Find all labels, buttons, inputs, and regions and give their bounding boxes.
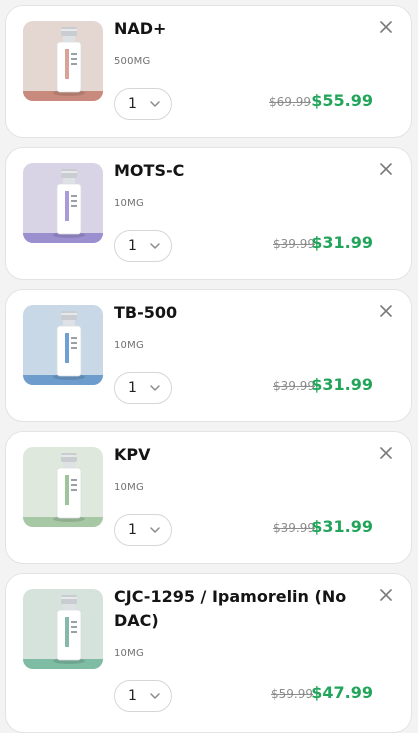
- product-name[interactable]: TB-500: [114, 301, 364, 325]
- product-thumbnail[interactable]: [23, 589, 103, 669]
- close-icon[interactable]: [379, 304, 393, 318]
- quantity-value: 1: [128, 522, 137, 538]
- chevron-down-icon: [150, 101, 160, 107]
- vial-image: [23, 163, 103, 243]
- sale-price: $31.99: [311, 375, 373, 394]
- product-thumbnail[interactable]: [23, 447, 103, 527]
- vial-image: [23, 305, 103, 385]
- product-name[interactable]: NAD+: [114, 17, 364, 41]
- quantity-value: 1: [128, 238, 137, 254]
- close-icon[interactable]: [379, 446, 393, 460]
- vial-image: [23, 589, 103, 669]
- quantity-value: 1: [128, 96, 137, 112]
- sale-price: $55.99: [311, 91, 373, 110]
- product-name[interactable]: MOTS-C: [114, 159, 364, 183]
- quantity-select[interactable]: 1: [114, 88, 172, 120]
- cart-item: NAD+ 500MG 1 $69.99 $55.99: [5, 5, 412, 138]
- quantity-select[interactable]: 1: [114, 680, 172, 712]
- close-icon[interactable]: [379, 162, 393, 176]
- original-price: $69.99: [269, 95, 311, 109]
- quantity-select[interactable]: 1: [114, 514, 172, 546]
- original-price: $39.99: [273, 237, 315, 251]
- product-variant: 10MG: [114, 340, 144, 351]
- close-icon[interactable]: [379, 20, 393, 34]
- product-variant: 10MG: [114, 648, 144, 659]
- quantity-select[interactable]: 1: [114, 372, 172, 404]
- chevron-down-icon: [150, 527, 160, 533]
- vial-image: [23, 21, 103, 101]
- product-variant: 10MG: [114, 198, 144, 209]
- product-variant: 10MG: [114, 482, 144, 493]
- product-thumbnail[interactable]: [23, 305, 103, 385]
- vial-image: [23, 447, 103, 527]
- cart-item: CJC-1295 / Ipamorelin (No DAC) 10MG 1 $5…: [5, 573, 412, 733]
- product-thumbnail[interactable]: [23, 163, 103, 243]
- chevron-down-icon: [150, 243, 160, 249]
- original-price: $39.99: [273, 521, 315, 535]
- original-price: $39.99: [273, 379, 315, 393]
- cart-item-list: NAD+ 500MG 1 $69.99 $55.99 MOTS-C 10MG 1…: [0, 0, 418, 733]
- cart-item: KPV 10MG 1 $39.99 $31.99: [5, 431, 412, 564]
- close-icon[interactable]: [379, 588, 393, 602]
- sale-price: $31.99: [311, 517, 373, 536]
- product-name[interactable]: CJC-1295 / Ipamorelin (No DAC): [114, 585, 364, 633]
- quantity-value: 1: [128, 380, 137, 396]
- sale-price: $31.99: [311, 233, 373, 252]
- chevron-down-icon: [150, 385, 160, 391]
- sale-price: $47.99: [311, 683, 373, 702]
- product-thumbnail[interactable]: [23, 21, 103, 101]
- quantity-select[interactable]: 1: [114, 230, 172, 262]
- chevron-down-icon: [150, 693, 160, 699]
- cart-item: TB-500 10MG 1 $39.99 $31.99: [5, 289, 412, 422]
- original-price: $59.99: [271, 687, 313, 701]
- product-variant: 500MG: [114, 56, 151, 67]
- product-name[interactable]: KPV: [114, 443, 364, 467]
- quantity-value: 1: [128, 688, 137, 704]
- cart-item: MOTS-C 10MG 1 $39.99 $31.99: [5, 147, 412, 280]
